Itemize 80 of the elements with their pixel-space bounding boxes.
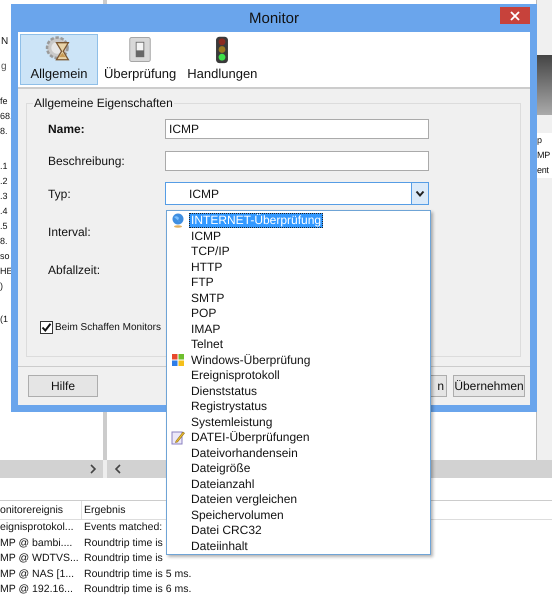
list-item-text: HE [0, 265, 13, 278]
globe-icon [171, 213, 185, 228]
list-item-text: ) [0, 280, 3, 293]
dropdown-item[interactable]: Dateivorhandensein [167, 446, 430, 461]
dropdown-item[interactable]: FTP [167, 275, 430, 290]
list-item-text: 8. [0, 125, 8, 138]
dropdown-item[interactable]: Systemleistung [167, 414, 430, 430]
dropdown-item[interactable]: Dateien vergleichen [167, 492, 430, 508]
field-label: Abfallzeit: [48, 263, 102, 277]
table-cell-text: Roundtrip time is [83, 536, 163, 550]
dropdown-item[interactable]: HTTP [167, 260, 430, 275]
dropdown-item[interactable]: Speichervolumen [167, 508, 430, 523]
list-item-text: .1 [0, 160, 8, 173]
dialog-button[interactable]: Übernehmen [453, 375, 525, 397]
table-cell-text: Events matched: [83, 520, 162, 535]
dropdown-item[interactable]: Telnet [167, 337, 430, 352]
text-field[interactable] [165, 151, 429, 171]
table-cell-text: MP @ 192.16... [0, 582, 74, 597]
dropdown-item[interactable]: Registrystatus [167, 399, 430, 414]
chevron-down-icon [415, 190, 425, 198]
table-cell-text: eignisprotokol... [0, 520, 75, 535]
windows-flag-icon [171, 353, 185, 368]
type-dropdown[interactable]: ICMP [165, 182, 429, 205]
dropdown-item[interactable]: Windows-Überprüfung [167, 352, 430, 368]
tab[interactable]: Allgemein [20, 34, 98, 85]
dropdown-item[interactable]: Ereignisprotokoll [167, 368, 430, 384]
table-cell-text: Roundtrip time is 5 ms. [83, 566, 192, 582]
close-button[interactable] [500, 7, 530, 24]
shaded-panel [537, 85, 552, 115]
field-label: Typ: [48, 186, 72, 200]
list-item-text: .2 [0, 175, 8, 188]
checkbox[interactable] [40, 321, 53, 334]
dark-panel [537, 55, 552, 85]
tab-label[interactable]: g [0, 59, 7, 75]
dropdown-item[interactable]: TCP/IP [167, 244, 430, 260]
field-label: Interval: [48, 225, 92, 239]
column-header[interactable]: onitorereignis [0, 501, 82, 519]
list-item-text: .4 [0, 205, 8, 218]
dropdown-item[interactable]: POP [167, 306, 430, 322]
dropdown-item[interactable]: Dateiinhalt [167, 538, 430, 554]
list-item-text: 68. [0, 110, 13, 123]
dropdown-item[interactable]: ICMP [167, 228, 430, 244]
table-cell-text: MP @ bambi.... [0, 536, 74, 550]
dropdown-item[interactable]: Datei CRC32 [167, 523, 430, 538]
group-title: Allgemeine Eigenschaften [33, 96, 174, 110]
field-label: Beschreibung: [48, 154, 126, 168]
window-title: Monitor [248, 10, 300, 26]
close-icon [510, 10, 520, 20]
list-item-text: ent [537, 164, 549, 177]
table-cell-text: Roundtrip time is [83, 551, 163, 566]
table-cell-text: MP @ WDTVS... [0, 551, 80, 566]
dropdown-item[interactable]: Dienststatus [167, 384, 430, 399]
chevron-right-icon[interactable] [89, 464, 97, 474]
list-item-text: (1 [0, 313, 8, 326]
column-header[interactable]: Ergebnis [82, 501, 126, 519]
scrollbar[interactable] [0, 460, 103, 478]
list-item-text: p [537, 134, 542, 147]
list-item-text: 8. [0, 235, 8, 248]
table-cell-text: Roundtrip time is 6 ms. [83, 582, 192, 597]
dialog-button[interactable]: n [431, 375, 447, 397]
list-item-text: .5 [0, 220, 8, 233]
list-item-text: MP [537, 149, 550, 162]
chevron-left-icon[interactable] [114, 464, 122, 474]
table-cell-text: MP @ NAS [1... [0, 566, 76, 582]
tab[interactable]: Handlungen [182, 34, 262, 85]
list-item-text: fe [0, 95, 8, 108]
field-label: Name: [48, 122, 86, 136]
text-field[interactable]: ICMP [165, 119, 429, 139]
dropdown-item[interactable]: SMTP [167, 290, 430, 306]
tab[interactable]: Überprüfung [99, 34, 182, 85]
dropdown-item[interactable]: DATEI-Überprüfungen [167, 430, 430, 446]
list-item-text: .3 [0, 190, 8, 203]
list-item-text: so [0, 250, 10, 263]
dropdown-item[interactable]: Dateianzahl [167, 476, 430, 492]
dropdown-item[interactable]: Dateigröße [167, 461, 430, 476]
dialog-button[interactable]: Hilfe [28, 375, 98, 397]
dropdown-item[interactable]: IMAP [167, 322, 430, 337]
tab-label[interactable]: N [0, 34, 8, 50]
checkbox-label: Beim Schaffen Monitors [55, 322, 161, 333]
notepad-pencil-icon [171, 430, 185, 446]
